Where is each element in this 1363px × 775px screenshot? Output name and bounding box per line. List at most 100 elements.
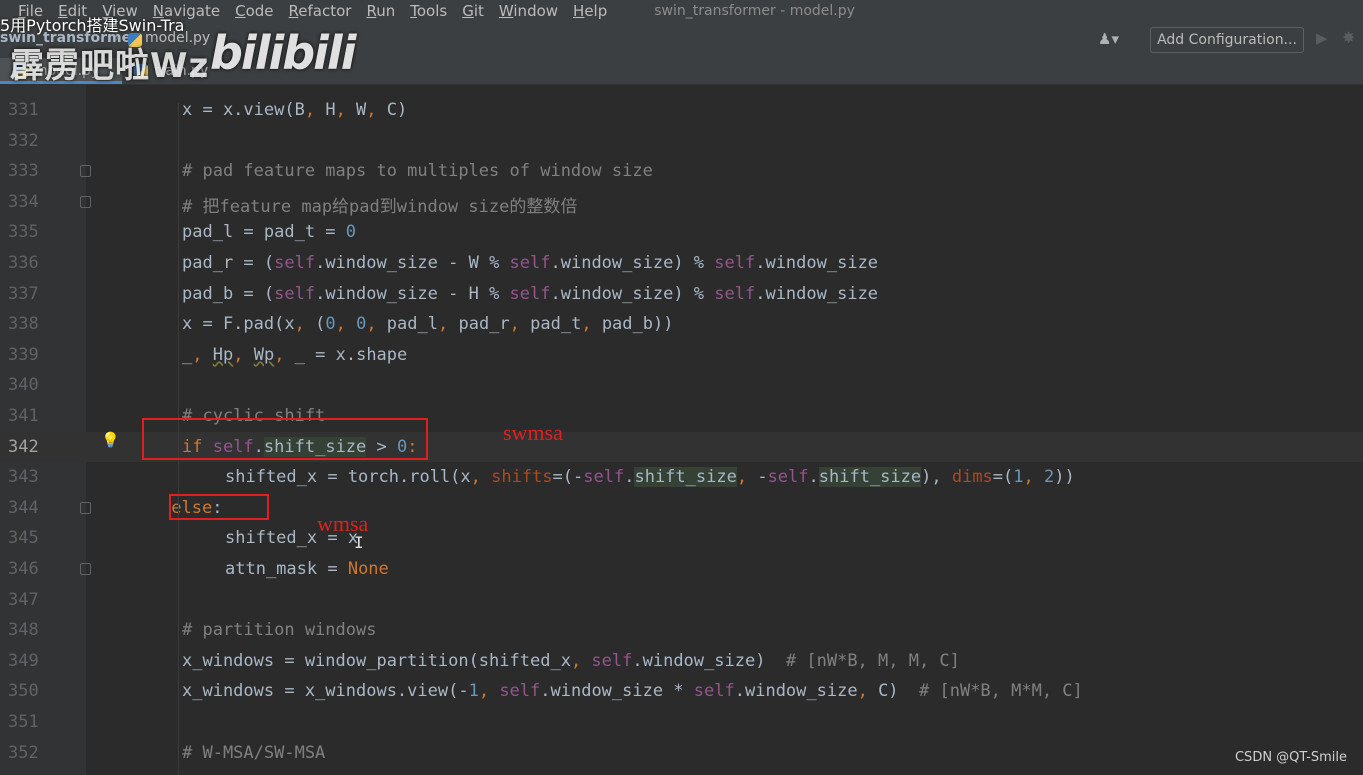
add-configuration-button[interactable]: Add Configuration... [1150, 27, 1304, 53]
code-line[interactable]: 338 x = F.pad(x, (0, 0, pad_l, pad_r, pad… [0, 309, 1363, 340]
code-text: pad_l = pad_t = 0 [182, 222, 356, 242]
lightbulb-icon[interactable]: 💡 [101, 431, 120, 449]
code-token: , [366, 100, 387, 120]
code-line[interactable]: 352 # W-MSA/SW-MSA [0, 738, 1363, 769]
fold-marker-icon[interactable] [80, 501, 91, 514]
fold-marker-icon[interactable] [80, 195, 91, 208]
line-number: 331 [8, 100, 39, 120]
code-token: self [714, 283, 756, 304]
code-line[interactable]: 334 # 把feature map给pad到window size的整数倍 [0, 187, 1363, 218]
fold-marker-icon[interactable] [80, 165, 91, 178]
menu-item-window[interactable]: Window [499, 0, 558, 22]
code-token: 2 [1044, 467, 1055, 488]
line-number: 346 [8, 559, 39, 579]
code-line[interactable]: 348 # partition windows [0, 615, 1363, 646]
code-token: .window_size) % [550, 253, 715, 273]
code-token: None [347, 559, 389, 579]
code-line[interactable]: 340 [0, 370, 1363, 401]
play-icon[interactable]: ▶ [1316, 29, 1328, 47]
code-line[interactable]: 346 attn_mask = None [0, 554, 1363, 585]
code-token: attn_mask = [225, 559, 348, 579]
code-token: _ = x.shape [294, 344, 408, 365]
menu-item-refactor[interactable]: Refactor [289, 0, 352, 22]
code-token: x_windows = x_windows.view(- [182, 681, 469, 702]
wmsa-label: wmsa [317, 511, 369, 536]
code-token: . [808, 467, 819, 488]
code-token: , [470, 467, 492, 488]
code-token: x = F.pad(x [182, 314, 295, 335]
code-line[interactable]: 350 x_windows = x_windows.view(-1, self.w… [0, 676, 1363, 707]
code-line[interactable]: 339 _, Hp, Wp, _ = x.shape [0, 340, 1363, 371]
code-token: pad_l = pad_t = [182, 222, 346, 243]
code-text: x_windows = window_partition(shifted_x, … [182, 651, 960, 671]
menu-item-code[interactable]: Code [235, 0, 273, 22]
code-token: Wp [253, 344, 275, 365]
line-number: 341 [8, 406, 39, 426]
code-token: self [767, 467, 809, 488]
code-token: .window_size - W % [315, 253, 510, 273]
code-token: W [356, 100, 367, 120]
code-token: )) [1054, 467, 1075, 488]
bilibili-logo: bilibili [210, 26, 356, 80]
code-text: x = F.pad(x, (0, 0, pad_l, pad_r, pad_t,… [182, 314, 673, 334]
code-token: self [499, 681, 541, 702]
code-token: , [335, 314, 357, 335]
code-token: 0 [345, 222, 357, 243]
code-token: # W-MSA/SW-MSA [182, 742, 326, 763]
user-dropdown-icon[interactable]: ♟▾ [1098, 30, 1119, 48]
code-line[interactable]: 336 pad_r = (self.window_size - W % self.… [0, 248, 1363, 279]
code-token: , [274, 344, 295, 365]
code-token: 1 [468, 681, 479, 702]
code-line[interactable]: 332 [0, 126, 1363, 157]
code-line[interactable]: 347 [0, 585, 1363, 616]
code-token: , [335, 100, 357, 120]
code-line[interactable]: 343 shifted_x = torch.roll(x, shifts=(-se… [0, 462, 1363, 493]
fold-marker-icon[interactable] [80, 563, 91, 575]
code-token: C) [386, 100, 408, 120]
bug-icon[interactable]: ✸ [1342, 28, 1355, 47]
swmsa-highlight-box [142, 418, 428, 460]
code-line[interactable]: 337 pad_b = (self.window_size - H % self.… [0, 279, 1363, 310]
code-text: # pad feature maps to multiples of windo… [182, 161, 653, 181]
line-number: 344 [8, 497, 39, 518]
code-text: x_windows = x_windows.view(-1, self.wind… [182, 681, 1083, 701]
line-number: 335 [8, 222, 39, 243]
credit-text: CSDN @QT-Smile [1234, 750, 1347, 765]
code-token: , [478, 681, 500, 702]
menu-item-tools[interactable]: Tools [410, 0, 447, 22]
code-token: shift_size [634, 467, 737, 488]
code-token: 0 [356, 314, 367, 335]
code-token: # [nW*B, M, M, C] [785, 650, 960, 671]
code-line[interactable]: 331 x = x.view(B, H, W, C) [0, 95, 1363, 126]
code-token: , [304, 100, 326, 120]
code-text: x = x.view(B, H, W, C) [182, 100, 407, 120]
menu-item-run[interactable]: Run [366, 0, 395, 22]
line-number: 342 [8, 436, 39, 457]
line-number: 348 [8, 620, 39, 641]
menu-bar: File Edit View Navigate Code Refactor Run Tools… [0, 0, 1363, 22]
code-token: # 把feature map给pad到window size的整数倍 [182, 196, 578, 217]
code-line[interactable]: 333 # pad feature maps to multiples of wi… [0, 156, 1363, 187]
menu-item-git[interactable]: Git [462, 0, 484, 22]
code-text: _, Hp, Wp, _ = x.shape [182, 345, 407, 365]
menu-item-help[interactable]: Help [573, 0, 607, 22]
code-token: dims [951, 467, 993, 488]
code-token: , [736, 467, 758, 488]
code-token: self [693, 681, 735, 702]
code-text: pad_r = (self.window_size - W % self.win… [182, 253, 878, 273]
code-token: self [583, 467, 625, 488]
code-token: C) [878, 681, 920, 702]
code-line[interactable]: 351 [0, 707, 1363, 738]
code-token: =(- [552, 467, 584, 488]
code-line[interactable]: 335 pad_l = pad_t = 0 [0, 217, 1363, 248]
code-token: 1 [1013, 467, 1024, 488]
code-line[interactable]: 349 x_windows = window_partition(shifted_… [0, 646, 1363, 677]
code-token: .window_size * [540, 681, 694, 702]
code-token: pad_b)) [601, 314, 674, 335]
code-line[interactable]: 345 shifted_x = x [0, 523, 1363, 554]
line-number: 347 [8, 589, 39, 610]
line-number: 349 [8, 650, 39, 671]
code-token: x_windows = window_partition(shifted_x [182, 650, 571, 671]
window-title: swin_transformer - model.py [654, 3, 855, 19]
code-token: , [581, 314, 602, 335]
